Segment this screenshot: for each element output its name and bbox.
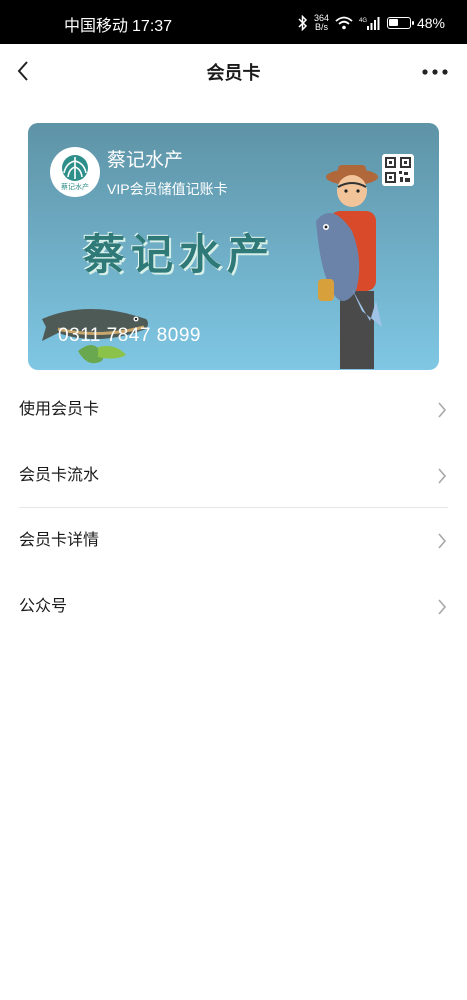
fisherman-illustration [316,165,382,369]
logo-text: 蔡记水产 [61,182,89,191]
menu-item-use-card[interactable]: 使用会员卡 [0,377,467,443]
battery-fill [388,19,398,26]
network-speed: 364 B/s [314,14,329,32]
chevron-right-icon [438,599,447,615]
member-card[interactable]: 蔡记水产 蔡记水产 VIP会员储值记账卡 蔡记水产 0311 7847 8099 [28,123,439,370]
menu-item-label: 会员卡详情 [19,532,100,549]
battery-percent: 48% [416,15,445,31]
page-title: 会员卡 [206,63,261,83]
more-dots-icon [422,69,448,75]
menu-item-card-details[interactable]: 会员卡详情 [0,508,467,574]
carrier-name: 中国移动 [64,18,129,35]
card-number: 0311 7847 8099 [58,325,201,346]
menu-item-official-account[interactable]: 公众号 [0,574,467,640]
store-logo-icon: 蔡记水产 [61,155,89,191]
menu-item-label: 使用会员卡 [19,401,100,418]
chevron-right-icon [438,402,447,418]
status-right: 364 B/s 4G 48% [298,12,445,34]
nav-bar: 会员卡 [0,44,467,102]
more-button[interactable] [421,60,449,84]
clock: 17:37 [132,18,173,35]
speed-unit: B/s [314,22,328,32]
battery-icon [386,17,414,29]
network-type: 4G [359,18,367,24]
store-logo: 蔡记水产 [50,147,100,197]
chevron-right-icon [438,533,447,549]
status-bar: 中国移动 17:37 364 B/s 4G 48% [0,0,467,44]
chevron-right-icon [438,468,447,484]
menu-item-label: 会员卡流水 [19,467,100,484]
signal-icon: 4G [359,17,380,30]
card-art-title: 蔡记水产 [83,230,276,279]
menu-item-label: 公众号 [19,598,68,615]
card-type: VIP会员储值记账卡 [107,181,228,197]
status-left: 中国移动 17:37 [64,0,176,44]
store-name: 蔡记水产 [107,150,184,171]
wifi-icon [335,16,353,30]
menu-item-card-transactions[interactable]: 会员卡流水 [0,443,467,509]
bluetooth-icon [298,15,307,31]
